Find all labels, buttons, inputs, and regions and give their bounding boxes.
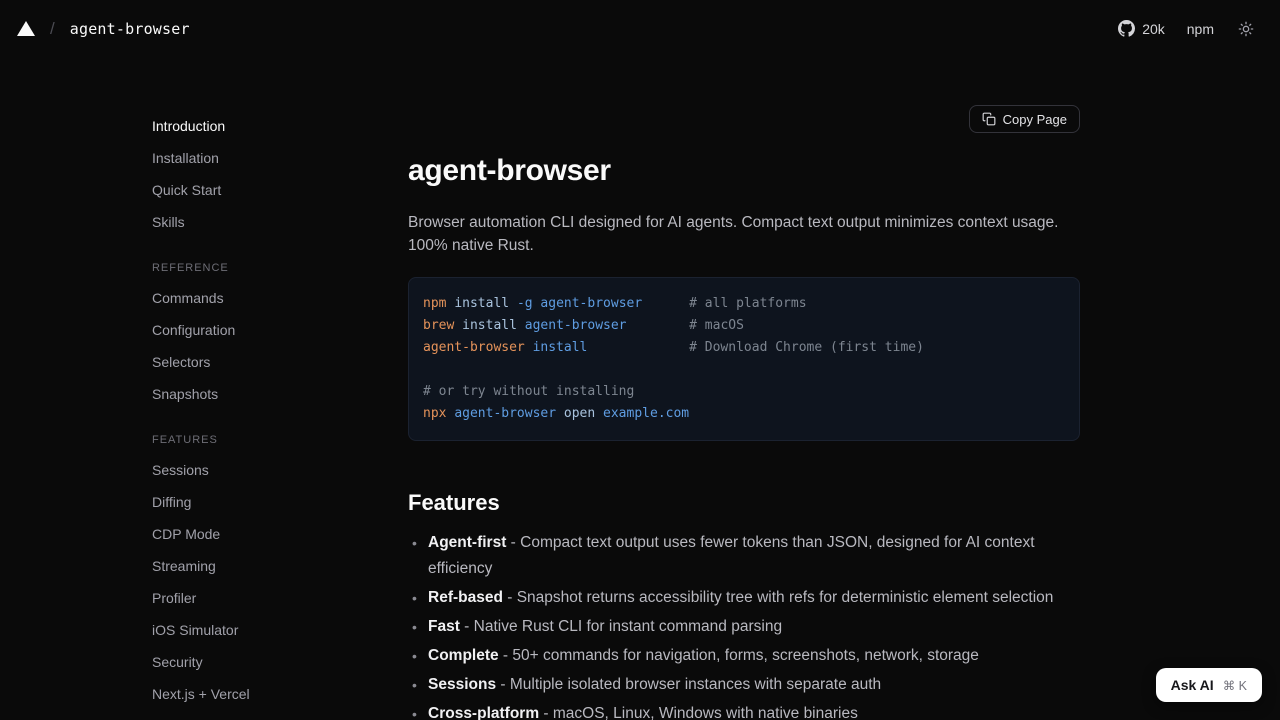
sidebar-item-snapshots[interactable]: Snapshots: [152, 378, 408, 410]
ask-ai-button[interactable]: Ask AI ⌘ K: [1156, 668, 1262, 702]
theme-toggle-button[interactable]: [1236, 19, 1256, 39]
sun-icon: [1238, 21, 1254, 37]
feature-item-agent-first: Agent-first - Compact text output uses f…: [408, 530, 1080, 582]
github-icon: [1118, 20, 1135, 37]
sidebar-item-quick-start[interactable]: Quick Start: [152, 174, 408, 206]
sidebar-item-diffing[interactable]: Diffing: [152, 486, 408, 518]
header-actions: 20k npm: [1118, 19, 1256, 39]
sidebar-item-security[interactable]: Security: [152, 646, 408, 678]
sidebar-item-skills[interactable]: Skills: [152, 206, 408, 238]
breadcrumb-separator: /: [50, 19, 55, 39]
header: / agent-browser 20k npm: [0, 0, 1280, 57]
logo-triangle-icon[interactable]: [17, 21, 35, 36]
npm-link[interactable]: npm: [1187, 21, 1214, 37]
sidebar: IntroductionInstallationQuick StartSkill…: [152, 57, 408, 720]
code-line: npx agent-browser open example.com: [423, 403, 1063, 425]
copy-icon: [982, 112, 996, 126]
feature-item-ref-based: Ref-based - Snapshot returns accessibili…: [408, 585, 1080, 611]
sidebar-item-sessions[interactable]: Sessions: [152, 454, 408, 486]
sidebar-item-commands[interactable]: Commands: [152, 282, 408, 314]
sidebar-item-streaming[interactable]: Streaming: [152, 550, 408, 582]
features-heading: Features: [408, 491, 1080, 515]
ask-ai-shortcut: ⌘ K: [1223, 678, 1247, 693]
copy-page-label: Copy Page: [1003, 112, 1067, 127]
breadcrumb-page-title[interactable]: agent-browser: [70, 20, 190, 38]
sidebar-item-cdp-mode[interactable]: CDP Mode: [152, 518, 408, 550]
sidebar-section-label-features: FEATURES: [152, 430, 408, 450]
github-link[interactable]: 20k: [1118, 20, 1165, 37]
feature-item-fast: Fast - Native Rust CLI for instant comma…: [408, 614, 1080, 640]
main-content: Copy Page agent-browser Browser automati…: [408, 57, 1080, 720]
features-list: Agent-first - Compact text output uses f…: [408, 530, 1080, 720]
sidebar-section-label-reference: REFERENCE: [152, 258, 408, 278]
feature-item-complete: Complete - 50+ commands for navigation, …: [408, 643, 1080, 669]
github-star-count: 20k: [1142, 21, 1165, 37]
sidebar-item-introduction[interactable]: Introduction: [152, 110, 408, 142]
code-block[interactable]: npm install -g agent-browser # all platf…: [408, 277, 1080, 441]
feature-item-cross-platform: Cross-platform - macOS, Linux, Windows w…: [408, 701, 1080, 720]
code-line: npm install -g agent-browser # all platf…: [423, 293, 1063, 315]
sidebar-item-next-js-vercel[interactable]: Next.js + Vercel: [152, 678, 408, 710]
page-title: agent-browser: [408, 155, 1080, 187]
ask-ai-label: Ask AI: [1171, 677, 1214, 693]
feature-item-sessions: Sessions - Multiple isolated browser ins…: [408, 672, 1080, 698]
page-description: Browser automation CLI designed for AI a…: [408, 211, 1080, 257]
code-line: [423, 359, 1063, 381]
breadcrumb: / agent-browser: [17, 19, 190, 39]
code-line: brew install agent-browser # macOS: [423, 315, 1063, 337]
sidebar-nav: IntroductionInstallationQuick StartSkill…: [152, 110, 408, 710]
sidebar-item-profiler[interactable]: Profiler: [152, 582, 408, 614]
copy-page-button[interactable]: Copy Page: [969, 105, 1080, 133]
code-line: # or try without installing: [423, 381, 1063, 403]
sidebar-item-installation[interactable]: Installation: [152, 142, 408, 174]
code-content: npm install -g agent-browser # all platf…: [423, 293, 1063, 425]
sidebar-item-selectors[interactable]: Selectors: [152, 346, 408, 378]
code-line: agent-browser install # Download Chrome …: [423, 337, 1063, 359]
sidebar-item-ios-simulator[interactable]: iOS Simulator: [152, 614, 408, 646]
sidebar-item-configuration[interactable]: Configuration: [152, 314, 408, 346]
